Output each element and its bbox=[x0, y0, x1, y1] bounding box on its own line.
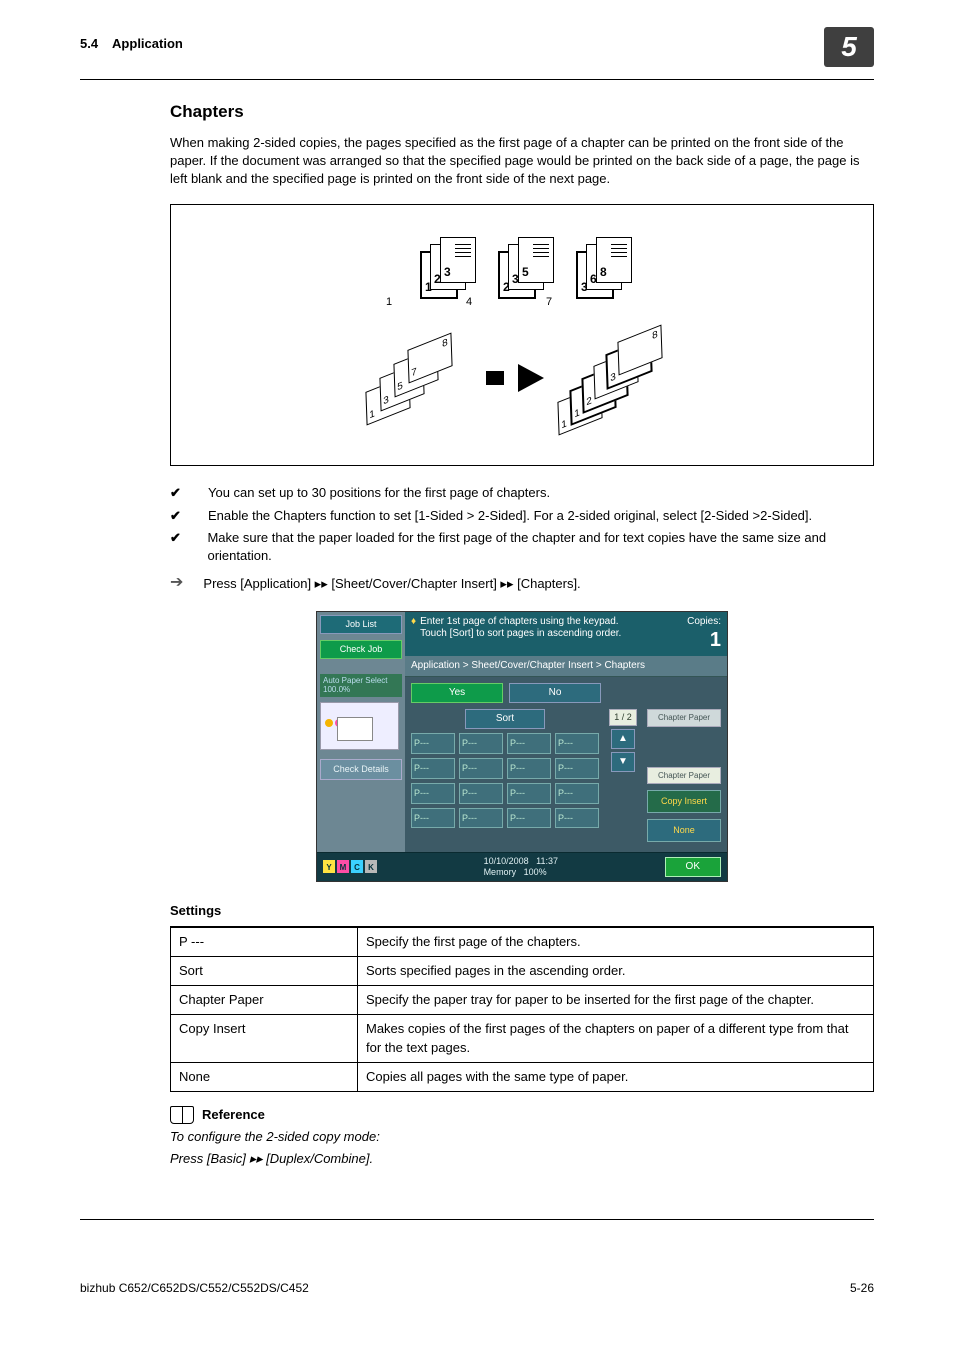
settings-heading: Settings bbox=[170, 902, 874, 920]
hint-line-1: Enter 1st page of chapters using the key… bbox=[420, 616, 621, 628]
copier-screen: Job List Check Job Auto Paper Select 100… bbox=[316, 611, 728, 881]
page-title: Chapters bbox=[170, 100, 874, 124]
settings-key: None bbox=[171, 1062, 358, 1091]
settings-val: Sorts specified pages in the ascending o… bbox=[358, 957, 874, 986]
footer-page: 5-26 bbox=[850, 1280, 874, 1297]
sort-button[interactable]: Sort bbox=[465, 709, 545, 729]
yes-button[interactable]: Yes bbox=[411, 683, 503, 703]
page-entry-grid: P--- P--- P--- P--- P--- P--- P--- P--- … bbox=[411, 733, 599, 828]
status-memory-label: Memory bbox=[484, 867, 517, 877]
check-details-button[interactable]: Check Details bbox=[320, 759, 402, 780]
grid-page-indicator: 1 / 2 bbox=[609, 709, 637, 726]
settings-val: Specify the first page of the chapters. bbox=[358, 927, 874, 957]
procedure-arrow-icon: ➔ bbox=[170, 575, 183, 593]
settings-key: Sort bbox=[171, 957, 358, 986]
header-rule bbox=[80, 79, 874, 80]
footer-rule bbox=[80, 1219, 874, 1220]
hint-line-2: Touch [Sort] to sort pages in ascending … bbox=[420, 628, 621, 640]
breadcrumb: Application > Sheet/Cover/Chapter Insert… bbox=[405, 656, 727, 677]
notes-list: ✔ You can set up to 30 positions for the … bbox=[170, 484, 874, 565]
diagram-caption: 1 bbox=[386, 295, 392, 310]
chapter-paper-label: Chapter Paper bbox=[647, 709, 721, 727]
chapters-diagram: 1 2 3 2 3 5 3 6 8 bbox=[170, 204, 874, 466]
intro-paragraph: When making 2-sided copies, the pages sp… bbox=[170, 134, 874, 189]
page-entry[interactable]: P--- bbox=[459, 733, 503, 754]
page-entry[interactable]: P--- bbox=[507, 733, 551, 754]
page-entry[interactable]: P--- bbox=[411, 758, 455, 779]
copies-value: 1 bbox=[687, 628, 721, 652]
check-icon: ✔ bbox=[170, 484, 188, 502]
reference-line-2: Press [Basic] ▸▸ [Duplex/Combine]. bbox=[170, 1150, 874, 1168]
settings-table: P ---Specify the first page of the chapt… bbox=[170, 926, 874, 1092]
page-entry[interactable]: P--- bbox=[459, 783, 503, 804]
status-time: 11:37 bbox=[536, 856, 558, 866]
check-icon: ✔ bbox=[170, 507, 188, 525]
diagram-stack: 2 3 5 bbox=[498, 237, 546, 297]
settings-val: Makes copies of the first pages of the c… bbox=[358, 1015, 874, 1062]
page-entry[interactable]: P--- bbox=[459, 758, 503, 779]
reference-heading: Reference bbox=[202, 1106, 265, 1124]
bulb-icon: ♦ bbox=[411, 616, 416, 628]
footer-model: bizhub C652/C652DS/C552/C552DS/C452 bbox=[80, 1280, 309, 1297]
book-icon bbox=[170, 1106, 194, 1124]
section-number: 5.4 bbox=[80, 36, 98, 51]
auto-paper-label: Auto Paper Select 100.0% bbox=[320, 674, 402, 697]
page-entry[interactable]: P--- bbox=[555, 733, 599, 754]
check-icon: ✔ bbox=[170, 529, 187, 565]
page-up-button[interactable]: ▲ bbox=[611, 729, 635, 749]
settings-key: Chapter Paper bbox=[171, 986, 358, 1015]
ok-button[interactable]: OK bbox=[665, 857, 721, 877]
page-entry[interactable]: P--- bbox=[507, 783, 551, 804]
preview-thumb bbox=[320, 702, 399, 750]
page-entry[interactable]: P--- bbox=[507, 758, 551, 779]
page-entry[interactable]: P--- bbox=[411, 733, 455, 754]
diagram-iso-after: 1 13 24 6 37 8 bbox=[558, 323, 678, 433]
chapter-badge: 5 bbox=[824, 27, 874, 67]
diagram-caption: 4 bbox=[466, 295, 472, 310]
status-date: 10/10/2008 bbox=[484, 856, 529, 866]
job-list-button[interactable]: Job List bbox=[320, 615, 402, 634]
diagram-caption: 7 bbox=[546, 295, 552, 310]
check-job-button[interactable]: Check Job bbox=[320, 640, 402, 659]
page-entry[interactable]: P--- bbox=[555, 783, 599, 804]
chapter-paper-value[interactable]: Chapter Paper bbox=[647, 767, 721, 785]
diagram-stack: 1 2 3 bbox=[420, 237, 468, 297]
copy-insert-button[interactable]: Copy Insert bbox=[647, 790, 721, 813]
diagram-stack: 3 6 8 bbox=[576, 237, 624, 297]
settings-val: Specify the paper tray for paper to be i… bbox=[358, 986, 874, 1015]
page-entry[interactable]: P--- bbox=[411, 783, 455, 804]
no-button[interactable]: No bbox=[509, 683, 601, 703]
page-down-button[interactable]: ▼ bbox=[611, 752, 635, 772]
settings-val: Copies all pages with the same type of p… bbox=[358, 1062, 874, 1091]
note-item: You can set up to 30 positions for the f… bbox=[208, 484, 550, 502]
status-memory-value: 100% bbox=[524, 867, 547, 877]
section-title: Application bbox=[112, 36, 183, 51]
page-entry[interactable]: P--- bbox=[411, 808, 455, 829]
procedure-text: Press [Application] ▸▸ [Sheet/Cover/Chap… bbox=[203, 575, 580, 593]
copies-label: Copies: bbox=[687, 616, 721, 628]
page-entry[interactable]: P--- bbox=[555, 758, 599, 779]
arrow-right-icon bbox=[486, 364, 558, 392]
page-entry[interactable]: P--- bbox=[507, 808, 551, 829]
diagram-iso-before: 1 3 56 78 bbox=[366, 323, 486, 433]
settings-key: P --- bbox=[171, 927, 358, 957]
reference-line-1: To configure the 2-sided copy mode: bbox=[170, 1128, 874, 1146]
settings-key: Copy Insert bbox=[171, 1015, 358, 1062]
page-entry[interactable]: P--- bbox=[459, 808, 503, 829]
toner-levels: Y M C K bbox=[323, 860, 377, 873]
none-button[interactable]: None bbox=[647, 819, 721, 842]
note-item: Enable the Chapters function to set [1-S… bbox=[208, 507, 812, 525]
page-entry[interactable]: P--- bbox=[555, 808, 599, 829]
note-item: Make sure that the paper loaded for the … bbox=[207, 529, 874, 565]
